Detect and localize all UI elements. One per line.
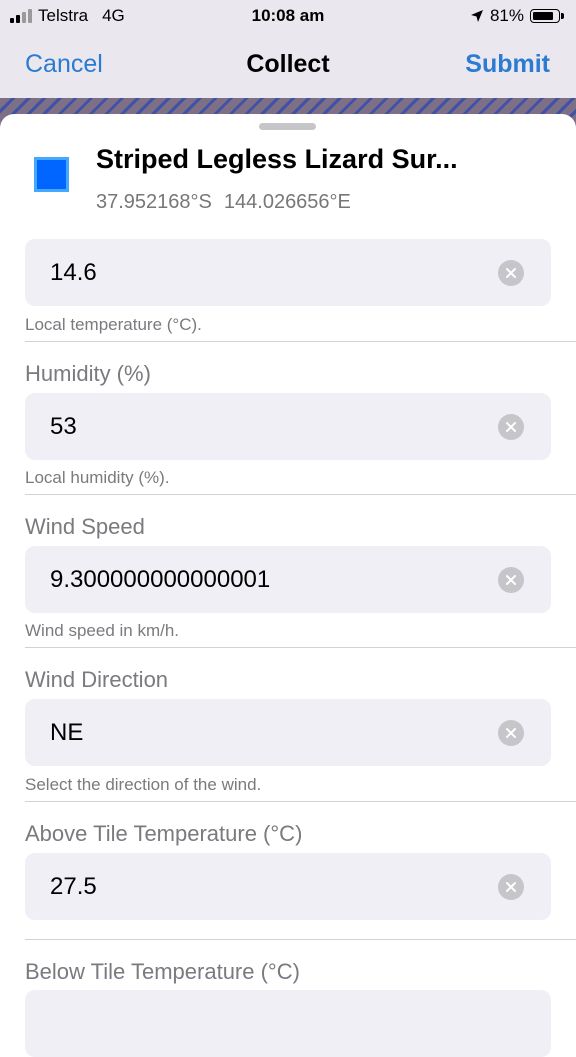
sheet-grabber[interactable] [259,123,316,130]
wind-direction-label: Wind Direction [25,667,169,692]
clear-icon[interactable] [498,720,524,746]
wind-direction-field[interactable]: NE [25,699,551,766]
above-tile-temperature-field[interactable]: 27.5 [25,853,551,920]
humidity-label: Humidity (%) [25,361,151,386]
divider [25,647,576,648]
humidity-field[interactable]: 53 [25,393,551,460]
above-tile-temperature-value: 27.5 [50,873,97,900]
wind-speed-field[interactable]: 9.300000000000001 [25,546,551,613]
latitude: 37.952168°S [96,191,212,213]
humidity-value: 53 [50,413,77,440]
above-tile-temperature-label: Above Tile Temperature (°C) [25,821,303,846]
divider [25,939,576,940]
location-arrow-icon [470,10,483,22]
temperature-hint: Local temperature (°C). [25,315,202,334]
divider [25,341,576,342]
feature-coordinates: 37.952168°S 144.026656°E [96,191,351,214]
clear-icon[interactable] [498,414,524,440]
wind-direction-value: NE [50,719,84,746]
temperature-field[interactable]: 14.6 [25,239,551,306]
collect-sheet: Striped Legless Lizard Sur... 37.952168°… [0,114,576,1057]
humidity-hint: Local humidity (%). [25,468,170,487]
battery-percent: 81% [489,6,524,25]
submit-button[interactable]: Submit [465,50,550,79]
divider [25,494,576,495]
nav-bar: Cancel Collect Submit [0,34,576,98]
cancel-button[interactable]: Cancel [25,50,103,79]
feature-symbol-icon [34,157,69,192]
clear-icon[interactable] [498,874,524,900]
below-tile-temperature-label: Below Tile Temperature (°C) [25,959,300,984]
battery-icon [530,9,564,23]
status-right: 81% [470,6,564,26]
temperature-value: 14.6 [50,259,97,286]
feature-title: Striped Legless Lizard Sur... [96,144,458,174]
wind-speed-hint: Wind speed in km/h. [25,621,180,640]
divider [25,801,576,802]
status-bar: Telstra 4G 10:08 am 81% [0,0,576,34]
clear-icon[interactable] [498,260,524,286]
wind-speed-value: 9.300000000000001 [50,566,271,593]
wind-speed-label: Wind Speed [25,514,145,539]
longitude: 144.026656°E [223,191,351,213]
clear-icon[interactable] [498,567,524,593]
wind-direction-hint: Select the direction of the wind. [25,775,262,794]
